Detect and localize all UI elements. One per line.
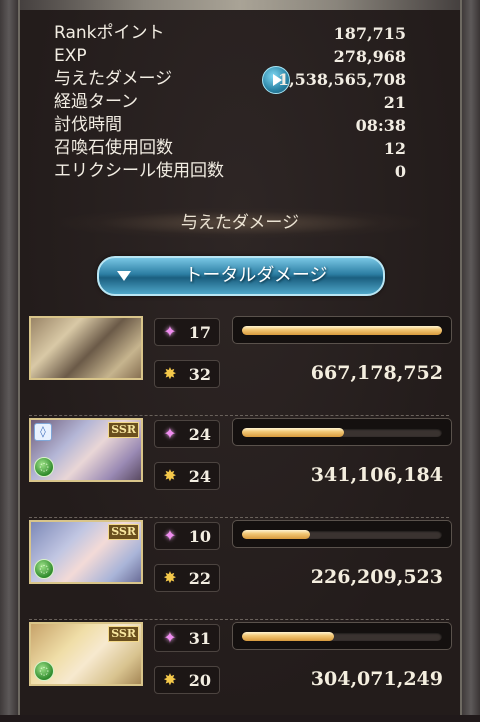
row-divider <box>29 619 449 620</box>
stat-label: エリクシール使用回数 <box>54 161 224 181</box>
character-portrait[interactable]: SSR ◌ <box>29 520 143 584</box>
wind-element-icon: ◌ <box>34 661 54 681</box>
stat-exp: EXP 278,968 <box>54 45 406 68</box>
wind-element-icon: ◌ <box>34 457 54 477</box>
damage-bar-fill <box>242 632 334 641</box>
stat-label: EXP <box>54 46 87 66</box>
damage-bar <box>232 622 452 650</box>
star-icon: ✦ <box>163 526 177 545</box>
star-count: 10 <box>188 527 211 546</box>
stat-battle-time: 討伐時間 08:38 <box>54 114 406 137</box>
character-row: SSR ◌ ✦ 31 ✸ 20 304,071,249 <box>29 622 452 722</box>
ougi-count-badge: ✸ 32 <box>154 360 220 388</box>
duo-character-portrait[interactable] <box>29 316 143 380</box>
battle-stats: Rankポイント 187,715 EXP 278,968 与えたダメージ 1,5… <box>54 22 406 183</box>
ougi-count-badge: ✸ 20 <box>154 666 220 694</box>
stat-label: 与えたダメージ <box>54 69 173 89</box>
stat-value: 187,715 <box>333 24 406 43</box>
damage-heading-text: 与えたダメージ <box>180 213 300 233</box>
stat-elixir-uses: エリクシール使用回数 0 <box>54 160 406 183</box>
stat-damage-dealt: 与えたダメージ 1,538,565,708 <box>54 66 406 94</box>
character-row: ✦ 17 ✸ 32 667,178,752 <box>29 316 452 416</box>
star-count-badge: ✦ 17 <box>154 318 220 346</box>
character-portrait[interactable]: SSR ◌ <box>29 622 143 686</box>
stat-label: 討伐時間 <box>54 115 122 135</box>
wind-element-icon: ◌ <box>34 559 54 579</box>
star-count: 17 <box>188 323 211 342</box>
stat-summon-uses: 召喚石使用回数 12 <box>54 137 406 160</box>
ougi-count-badge: ✸ 24 <box>154 462 220 490</box>
stat-rank-points: Rankポイント 187,715 <box>54 22 406 45</box>
ssr-badge: SSR <box>108 524 139 540</box>
stat-turns-elapsed: 経過ターン 21 <box>54 91 406 114</box>
damage-value: 304,071,249 <box>310 668 443 690</box>
ougi-count: 32 <box>188 365 211 384</box>
damage-bar-fill <box>242 530 310 539</box>
stat-value: 12 <box>383 139 406 158</box>
stat-label: Rankポイント <box>54 23 165 43</box>
stat-label: 経過ターン <box>54 92 139 112</box>
star-count-badge: ✦ 10 <box>154 522 220 550</box>
row-divider <box>29 415 449 416</box>
water-element-icon: ◊ <box>34 423 52 441</box>
damage-bar <box>232 520 452 548</box>
star-count: 24 <box>188 425 211 444</box>
damage-bar-track <box>242 530 442 539</box>
damage-value: 667,178,752 <box>310 362 443 384</box>
damage-value: 226,209,523 <box>310 566 443 588</box>
stat-label: 召喚石使用回数 <box>54 138 173 158</box>
ougi-icon: ✸ <box>163 568 177 587</box>
left-border <box>0 0 20 715</box>
damage-section-heading: 与えたダメージ <box>60 208 420 238</box>
stat-value: 278,968 <box>333 47 406 66</box>
character-portrait[interactable]: ◊ SSR ◌ <box>29 418 143 482</box>
damage-value: 341,106,184 <box>310 464 443 486</box>
ougi-count: 22 <box>188 569 211 588</box>
damage-bar-track <box>242 326 442 335</box>
damage-bar-fill <box>242 428 344 437</box>
damage-bar-track <box>242 428 442 437</box>
star-count-badge: ✦ 31 <box>154 624 220 652</box>
star-icon: ✦ <box>163 322 177 341</box>
chevron-down-icon <box>117 271 131 281</box>
damage-bar <box>232 316 452 344</box>
ougi-icon: ✸ <box>163 670 177 689</box>
ougi-icon: ✸ <box>163 364 177 383</box>
ssr-badge: SSR <box>108 422 139 438</box>
dropdown-label: トータルダメージ <box>184 265 328 286</box>
ougi-count: 20 <box>188 671 211 690</box>
total-damage-dropdown[interactable]: トータルダメージ <box>97 256 385 296</box>
star-icon: ✦ <box>163 628 177 647</box>
ougi-icon: ✸ <box>163 466 177 485</box>
top-ornament <box>0 0 480 10</box>
damage-bar-fill <box>242 326 442 335</box>
ougi-count: 24 <box>188 467 211 486</box>
character-row: ◊ SSR ◌ ✦ 24 ✸ 24 341,106,184 <box>29 418 452 518</box>
stat-value: 0 <box>394 162 406 181</box>
damage-bar <box>232 418 452 446</box>
right-border <box>460 0 480 715</box>
star-count-badge: ✦ 24 <box>154 420 220 448</box>
row-divider <box>29 517 449 518</box>
stat-value: 08:38 <box>355 116 406 135</box>
star-icon: ✦ <box>163 424 177 443</box>
stat-value: 21 <box>383 93 406 112</box>
damage-bar-track <box>242 632 442 641</box>
ougi-count-badge: ✸ 22 <box>154 564 220 592</box>
character-row: SSR ◌ ✦ 10 ✸ 22 226,209,523 <box>29 520 452 620</box>
ssr-badge: SSR <box>108 626 139 642</box>
star-count: 31 <box>188 629 211 648</box>
stat-value: 1,538,565,708 <box>277 70 406 89</box>
